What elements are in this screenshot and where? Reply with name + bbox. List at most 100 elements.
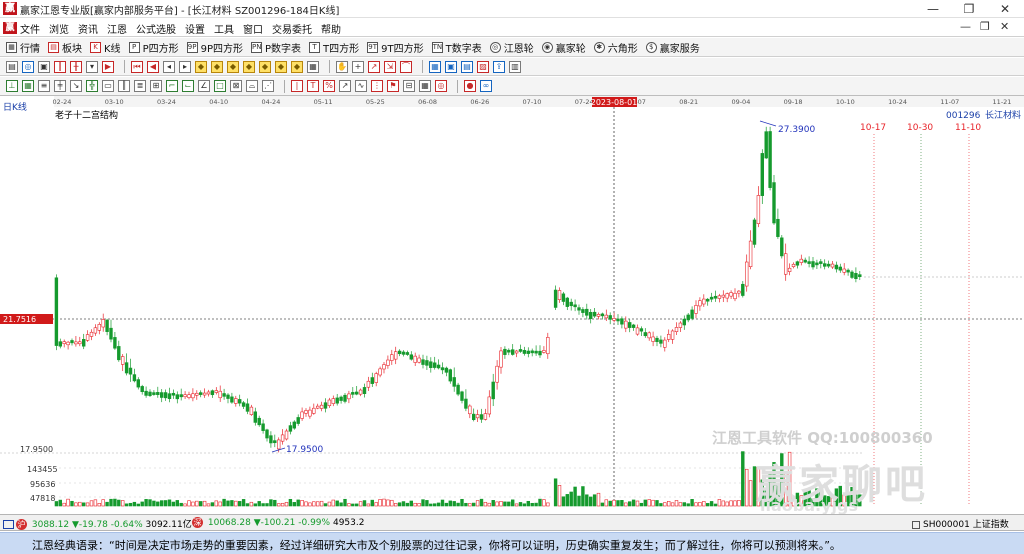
menu-help[interactable]: 帮助 <box>321 21 341 36</box>
gann-wheel-button[interactable]: ◎ 江恩轮 <box>489 40 534 55</box>
box-icon[interactable]: ▭ <box>102 80 114 92</box>
print-icon[interactable]: ▤ <box>461 60 473 73</box>
wave-icon[interactable]: ∿ <box>355 80 367 92</box>
speed-line-icon[interactable]: ⋰ <box>262 80 274 92</box>
retrace-icon[interactable]: ⌐ <box>166 80 178 92</box>
window-icon[interactable]: ▥ <box>509 60 521 73</box>
menu-tools[interactable]: 工具 <box>214 21 234 36</box>
t-number-table-button[interactable]: TN T数字表 <box>431 40 482 55</box>
grid-tool-icon[interactable]: ▦ <box>307 60 319 73</box>
first-bar-icon[interactable]: ⏮ <box>131 60 143 73</box>
volume-bar <box>140 501 144 507</box>
diamond-tool-icon[interactable]: ◆ <box>227 60 239 73</box>
mdi-close-button[interactable]: ✕ <box>1000 20 1009 33</box>
volume-bar <box>534 502 538 507</box>
time-zone-icon[interactable]: ╪ <box>54 80 66 92</box>
gann-box-icon[interactable]: ⊠ <box>230 80 242 92</box>
kline-button[interactable]: K K线 <box>90 40 121 55</box>
projection-icon[interactable]: ⌙ <box>182 80 194 92</box>
sector-button[interactable]: ▤ 板块 <box>48 40 82 55</box>
crosshair-icon[interactable]: + <box>352 60 364 73</box>
step-left-icon[interactable]: ◂ <box>163 60 175 73</box>
fib-tool-icon[interactable]: ⌒ <box>400 60 412 73</box>
volume-bar <box>308 502 312 507</box>
diamond-tool-icon[interactable]: ◆ <box>291 60 303 73</box>
gann-grid-icon[interactable]: ▦ <box>22 80 34 92</box>
sh-index[interactable]: 沪 3088.12 ▼-19.78 -0.64% 3092.11亿 <box>3 517 192 530</box>
menu-trade[interactable]: 交易委托 <box>272 21 312 36</box>
levels-icon[interactable]: ≣ <box>134 80 146 92</box>
chart-settings-icon[interactable]: ▾ <box>86 60 98 73</box>
mark-icon[interactable]: ⚑ <box>387 80 399 92</box>
menu-browse[interactable]: 浏览 <box>49 21 69 36</box>
cycle-line-icon[interactable]: ⋮ <box>371 80 383 92</box>
t-square-button[interactable]: T T四方形 <box>309 40 359 55</box>
diamond-tool-icon[interactable]: ◆ <box>243 60 255 73</box>
mdi-minimize-button[interactable]: — <box>960 20 971 33</box>
menu-formula[interactable]: 公式选股 <box>136 21 176 36</box>
line-tool-icon[interactable]: ↗ <box>368 60 380 73</box>
sz-index[interactable]: 深 10068.28 ▼-100.21 -0.99% 4953.2 <box>192 517 364 528</box>
square9-icon[interactable]: ⊟ <box>403 80 415 92</box>
flag-icon[interactable]: ▶ <box>102 60 114 73</box>
9t-square-button[interactable]: 9T 9T四方形 <box>367 40 424 55</box>
menu-info[interactable]: 资讯 <box>78 21 98 36</box>
calendar-icon[interactable]: ▦ <box>419 80 431 92</box>
indicator-icon[interactable]: | <box>291 80 303 92</box>
target-icon[interactable]: ◎ <box>435 80 447 92</box>
diamond-tool-icon[interactable]: ◆ <box>195 60 207 73</box>
hand-icon[interactable]: ✋ <box>336 60 348 73</box>
square-icon[interactable]: □ <box>214 80 226 92</box>
winner-wheel-button[interactable]: ◉ 赢家轮 <box>541 40 586 55</box>
candle-body <box>499 350 503 368</box>
ray-icon[interactable]: ↘ <box>70 80 82 92</box>
gann-fan-icon[interactable]: ⊥ <box>6 80 18 92</box>
close-button[interactable]: ✕ <box>988 0 1022 18</box>
kline-chart-area[interactable]: 02-24 03-10 03-24 04-10 04-24 05-11 05-25 06-08… <box>0 96 1024 515</box>
quotes-button[interactable]: ▦ 行情 <box>6 40 40 55</box>
menu-settings[interactable]: 设置 <box>185 21 205 36</box>
menu-window[interactable]: 窗口 <box>243 21 263 36</box>
calculator-icon[interactable]: ▦ <box>429 60 441 73</box>
report-icon[interactable]: ▨ <box>477 60 489 73</box>
color-icon[interactable]: ● <box>464 80 476 92</box>
menu-file[interactable]: 文件 <box>20 21 40 36</box>
zoom-icon[interactable]: ◎ <box>22 60 34 73</box>
minimize-button[interactable]: — <box>916 0 950 18</box>
layout-icon[interactable]: ▤ <box>6 60 18 73</box>
prev-bar-icon[interactable]: ◀ <box>147 60 159 73</box>
candle-type-icon[interactable]: ┃ <box>54 60 66 73</box>
volume-bar <box>573 486 577 507</box>
angle-icon[interactable]: ∠ <box>198 80 210 92</box>
candle-body <box>105 319 109 332</box>
volume-bar <box>93 499 98 507</box>
ruler-icon[interactable]: ⊞ <box>150 80 162 92</box>
service-button[interactable]: $ 赢家服务 <box>645 40 700 55</box>
loop-icon[interactable]: ∞ <box>480 80 492 92</box>
diamond-tool-icon[interactable]: ◆ <box>211 60 223 73</box>
hexagon-button[interactable]: ✱ 六角形 <box>593 40 638 55</box>
text-tool-icon[interactable]: T <box>307 80 319 92</box>
p-number-table-button[interactable]: PN P数字表 <box>251 40 301 55</box>
candle-body <box>140 386 144 393</box>
menu-gann[interactable]: 江恩 <box>107 21 127 36</box>
doc-icon[interactable]: ▣ <box>38 60 50 73</box>
arc-icon[interactable]: ⌓ <box>246 80 258 92</box>
diamond-tool-icon[interactable]: ◆ <box>275 60 287 73</box>
bars-icon[interactable]: ║ <box>118 80 130 92</box>
percent-tool-icon[interactable]: % <box>323 80 335 92</box>
step-right-icon[interactable]: ▸ <box>179 60 191 73</box>
9p-square-button[interactable]: 9P 9P四方形 <box>186 40 243 55</box>
diamond-tool-icon[interactable]: ◆ <box>259 60 271 73</box>
cycle-icon[interactable]: ≡ <box>38 80 50 92</box>
restore-button[interactable]: ❐ <box>952 0 986 18</box>
channel-icon[interactable]: ╬ <box>86 80 98 92</box>
candle-body <box>136 379 140 388</box>
save-icon[interactable]: ▣ <box>445 60 457 73</box>
p-square-button[interactable]: P P四方形 <box>128 40 179 55</box>
mdi-restore-button[interactable]: ❐ <box>980 20 990 33</box>
bar-type-icon[interactable]: ╫ <box>70 60 82 73</box>
arrow-tool-icon[interactable]: ⇲ <box>384 60 396 73</box>
export-icon[interactable]: ⇪ <box>493 60 505 73</box>
trend-icon[interactable]: ↗ <box>339 80 351 92</box>
